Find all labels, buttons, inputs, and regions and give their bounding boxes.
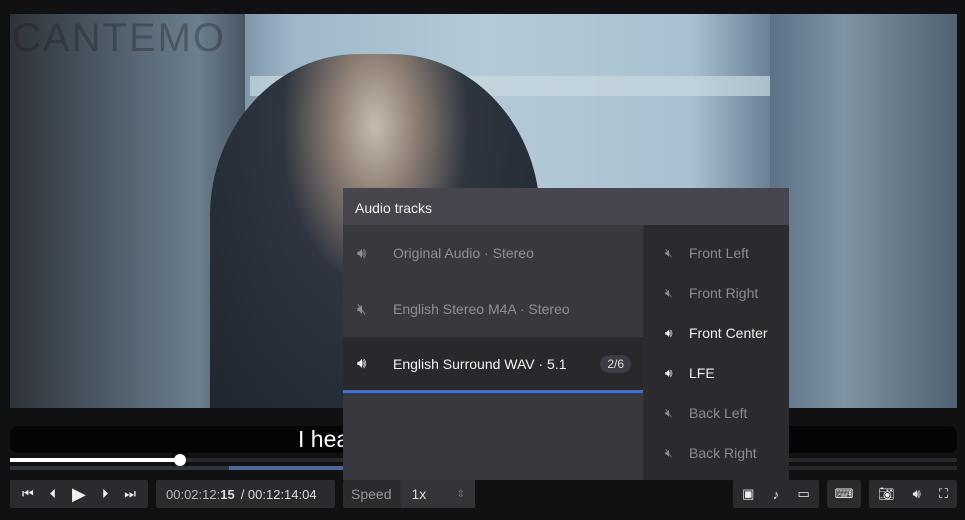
channel-label: Front Right (689, 285, 759, 301)
timecode: 00:02:12:15 / 00:12:14:04 (156, 480, 335, 508)
keyboard-button[interactable]: ⌨ (827, 480, 861, 508)
previous-frame-icon[interactable]: ⏴ (50, 486, 57, 502)
channel-label: Front Center (689, 325, 768, 341)
track-label: English Stereo M4A · Stereo (393, 301, 570, 317)
audio-track-item[interactable]: 🔊︎ English Surround WAV · 5.1 2/6 (343, 337, 643, 393)
camera-icon[interactable]: 📷︎ (878, 486, 895, 502)
audio-track-icon[interactable]: ♪ (773, 487, 780, 502)
seek-fill (10, 458, 181, 462)
fullscreen-icon[interactable]: ⛶ (939, 486, 948, 502)
audio-track-item[interactable]: 🔊︎ Original Audio · Stereo (343, 225, 643, 281)
audio-track-item[interactable]: 🔇︎ English Stereo M4A · Stereo (343, 281, 643, 337)
panel-title: Audio tracks (343, 188, 789, 225)
track-label: English Surround WAV · 5.1 (393, 355, 567, 372)
next-frame-icon[interactable]: ⏵ (102, 486, 109, 502)
output-controls: 📷︎ 🔊︎ ⛶ (869, 480, 957, 508)
seek-handle[interactable] (174, 454, 187, 466)
speaker-icon: 🔊︎ (665, 325, 673, 340)
subtitle-track-icon[interactable]: ▭ (798, 486, 810, 502)
channel-count-badge: 2/6 (600, 354, 631, 373)
timeline-segment (229, 466, 344, 470)
subtitle-text: I hea (298, 426, 350, 452)
watermark: CANTEMO (12, 16, 226, 60)
channel-label: Front Left (689, 245, 749, 261)
channel-item[interactable]: 🔇︎ Back Left (643, 393, 789, 433)
channel-label: Back Right (689, 445, 757, 461)
channel-item[interactable]: 🔊︎ LFE (643, 353, 789, 393)
channel-item[interactable]: 🔇︎ Back Right (643, 433, 789, 473)
speaker-muted-icon[interactable]: 🔇︎ (357, 301, 379, 318)
track-label: Original Audio · Stereo (393, 245, 534, 261)
keyboard-icon: ⌨ (834, 486, 854, 501)
speaker-muted-icon: 🔇︎ (665, 245, 673, 260)
current-time: 00:02:12:15 (166, 486, 235, 502)
skip-to-start-icon[interactable]: ⏮ (22, 486, 34, 502)
play-icon[interactable]: ▶ (72, 484, 86, 505)
speed-select[interactable]: 1x ⇳ (401, 480, 475, 508)
speaker-icon: 🔊︎ (665, 365, 673, 380)
volume-icon[interactable]: 🔊︎ (913, 486, 921, 502)
speed-control: Speed 1x ⇳ (343, 480, 475, 508)
channel-item[interactable]: 🔇︎ Front Right (643, 273, 789, 313)
speaker-icon[interactable]: 🔊︎ (357, 355, 379, 372)
duration: / 00:12:14:04 (240, 486, 317, 502)
transport-controls: ⏮ ⏴ ▶ ⏵ ⏭ (10, 480, 148, 508)
channel-label: LFE (689, 365, 715, 381)
video-track-icon[interactable]: ▣ (742, 486, 754, 502)
speed-value: 1x (411, 486, 427, 502)
track-toggles: ▣ ♪ ▭ (733, 480, 819, 508)
channel-item[interactable]: 🔊︎ Front Center (643, 313, 789, 353)
audio-tracks-panel: Audio tracks 🔊︎ Original Audio · Stereo 🔇︎… (343, 188, 789, 480)
speaker-icon[interactable]: 🔊︎ (357, 245, 379, 262)
speed-label: Speed (351, 486, 392, 502)
chevron-updown-icon: ⇳ (456, 488, 465, 500)
channel-list: 🔇︎ Front Left 🔇︎ Front Right 🔊︎ Front Center 🔊… (643, 225, 789, 480)
video-frame-pillar (770, 14, 957, 408)
channel-label: Back Left (689, 405, 748, 421)
speaker-muted-icon: 🔇︎ (665, 445, 673, 460)
speaker-muted-icon: 🔇︎ (665, 285, 673, 300)
skip-to-end-icon[interactable]: ⏭ (124, 486, 136, 502)
speaker-muted-icon: 🔇︎ (665, 405, 673, 420)
track-list: 🔊︎ Original Audio · Stereo 🔇︎ English Stere… (343, 225, 643, 393)
channel-item[interactable]: 🔇︎ Front Left (643, 233, 789, 273)
